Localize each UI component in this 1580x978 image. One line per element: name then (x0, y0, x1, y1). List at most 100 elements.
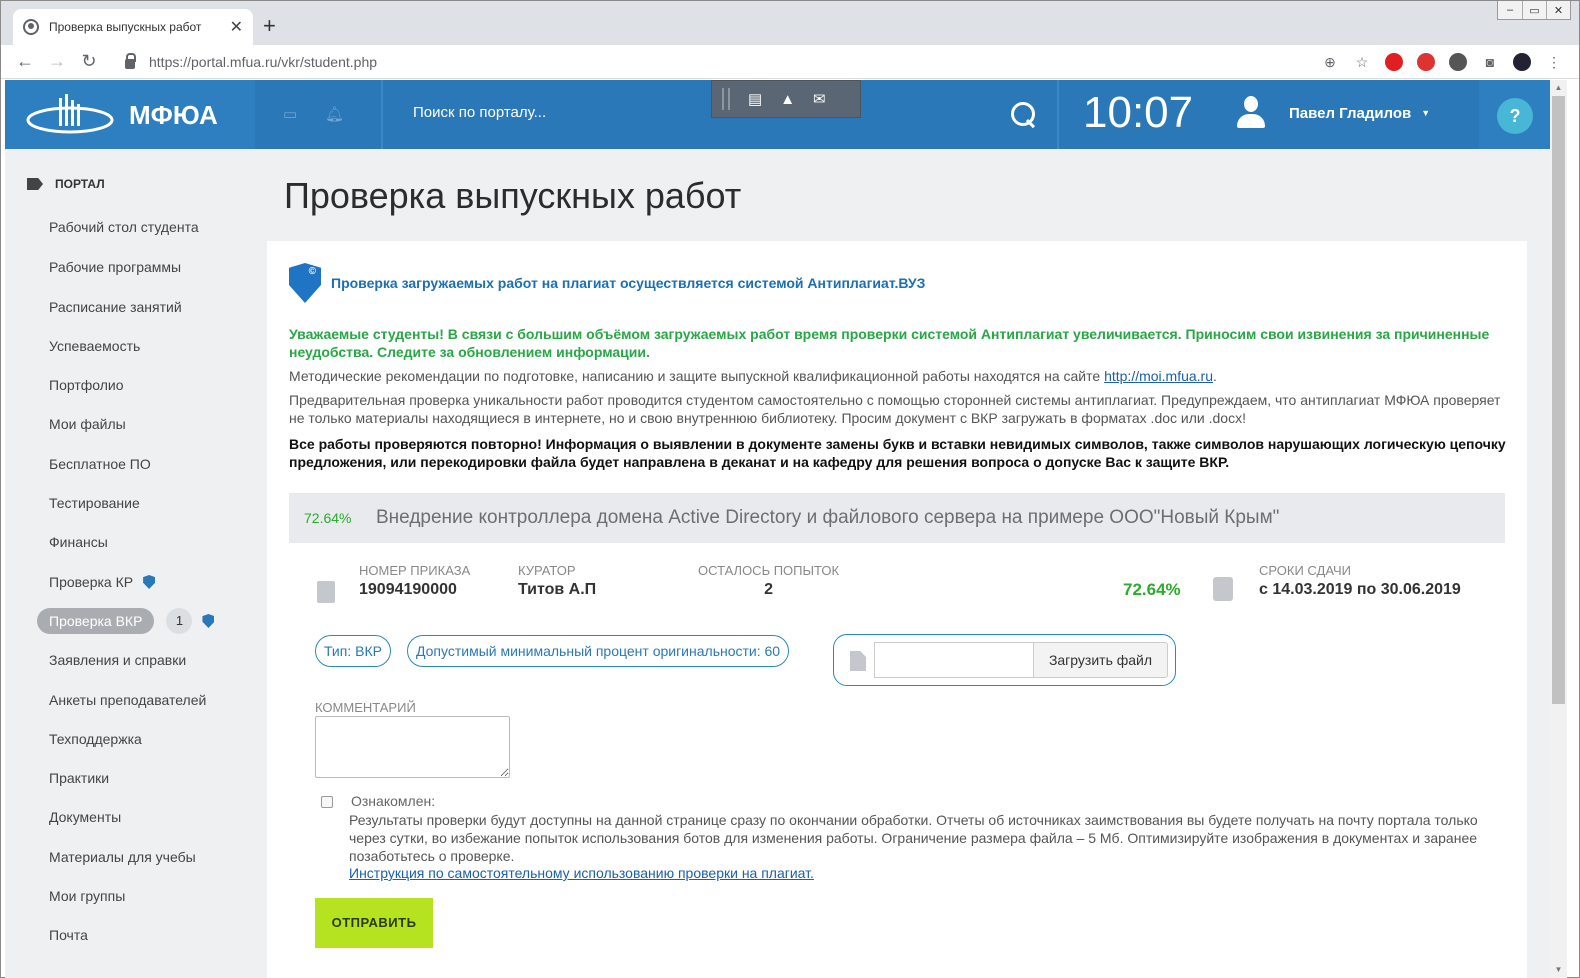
address-bar[interactable]: https://portal.mfua.ru/vkr/student.php (111, 48, 1347, 76)
chat-icon[interactable]: ▭ (283, 105, 297, 123)
sidebar-item-surveys[interactable]: Анкеты преподавателей (49, 692, 206, 708)
clock: 10:07 (1083, 88, 1194, 137)
instruction-link[interactable]: Инструкция по самостоятельному использов… (349, 865, 814, 881)
submit-button[interactable]: ОТПРАВИТЬ (315, 898, 433, 948)
sidebar-item-grades[interactable]: Успеваемость (49, 338, 140, 354)
comment-textarea[interactable] (315, 716, 510, 778)
star-icon[interactable]: ☆ (1353, 54, 1371, 71)
antiplagiat-shield-icon (289, 263, 321, 303)
upload-file-button[interactable]: Загрузить файл (1033, 642, 1168, 678)
work-title: Внедрение контроллера домена Active Dire… (376, 507, 1280, 528)
page-title: Проверка выпускных работ (284, 175, 742, 216)
attempts-info: ОСТАЛОСЬ ПОПЫТОК 2 (698, 563, 839, 599)
globe-icon (23, 19, 39, 35)
work-header[interactable]: 72.64% Внедрение контроллера домена Acti… (289, 493, 1505, 543)
order-label: НОМЕР ПРИКАЗА (359, 563, 471, 578)
moi-link[interactable]: http://moi.mfua.ru (1104, 368, 1213, 384)
sidebar-item-groups[interactable]: Мои группы (49, 888, 125, 904)
type-chip: Тип: ВКР (315, 635, 391, 667)
sidebar-item-check-vkr[interactable]: Проверка ВКР 1 (37, 608, 215, 634)
mail-icon[interactable]: ✉ (813, 90, 826, 108)
messages-icon[interactable]: ▤ (748, 90, 762, 108)
back-arrow-icon[interactable]: ← (9, 51, 41, 72)
sidebar-item-programs[interactable]: Рабочие программы (49, 259, 181, 275)
originality-percent: 72.64% (1123, 580, 1181, 599)
notifications-icon[interactable]: ▲ (780, 91, 795, 108)
sidebar-item-software[interactable]: Бесплатное ПО (49, 456, 151, 472)
comment-label: КОММЕНТАРИЙ (315, 700, 416, 715)
site-logo[interactable]: МФЮА (5, 80, 255, 149)
minimize-button[interactable]: – (1498, 1, 1522, 19)
extension-icon[interactable] (1449, 53, 1467, 71)
agree-label: Ознакомлен: (351, 793, 436, 809)
precheck-text: Предварительная проверка уникальности ра… (289, 392, 1501, 426)
scrollbar-thumb[interactable] (1552, 96, 1565, 704)
maximize-button[interactable]: ▭ (1522, 1, 1546, 19)
bell-icon[interactable]: 🔔︎ (325, 105, 344, 123)
sidebar: ПОРТАЛ Рабочий стол студента Рабочие про… (5, 149, 267, 978)
caret-down-icon: ▼ (1421, 108, 1431, 118)
file-icon (850, 651, 866, 671)
scroll-down-icon[interactable]: ▼ (1550, 962, 1567, 978)
scrollbar[interactable]: ▲ ▼ (1550, 80, 1567, 978)
url-text: https://portal.mfua.ru/vkr/student.php (149, 54, 378, 70)
curator-info: КУРАТОР Титов А.П (518, 563, 596, 599)
portal-search-input[interactable]: Поиск по порталу... (413, 104, 546, 121)
sidebar-item-check-kr[interactable]: Проверка КР (49, 574, 156, 590)
sidebar-item-desktop[interactable]: Рабочий стол студента (49, 219, 199, 235)
zoom-icon[interactable]: ⊕ (1321, 54, 1339, 71)
tab-close-icon[interactable]: ✕ (230, 17, 243, 37)
abp-extension-icon[interactable] (1417, 53, 1435, 71)
browser-tab[interactable]: Проверка выпускных работ ✕ (13, 9, 253, 45)
sidebar-item-files[interactable]: Мои файлы (49, 416, 126, 432)
min-originality-chip: Допустимый минимальный процент оригиналь… (407, 635, 790, 667)
profile-avatar-icon[interactable] (1513, 53, 1531, 71)
deadline-label: СРОКИ СДАЧИ (1259, 563, 1351, 578)
brand-name: МФЮА (129, 100, 218, 130)
count-badge: 1 (166, 608, 193, 634)
menu-dots-icon[interactable]: ⋮ (1545, 54, 1563, 71)
sidebar-item-portfolio[interactable]: Портфолио (49, 377, 124, 393)
warning-text: Уважаемые студенты! В связи с большим об… (289, 326, 1490, 360)
close-window-button[interactable]: ✕ (1546, 1, 1570, 19)
new-tab-button[interactable]: + (263, 13, 276, 39)
sidebar-item-testing[interactable]: Тестирование (49, 495, 140, 511)
sidebar-item-practice[interactable]: Практики (49, 770, 109, 786)
sidebar-item-requests[interactable]: Заявления и справки (49, 652, 186, 668)
camera-icon[interactable]: ◙ (1481, 54, 1499, 70)
sidebar-item-documents[interactable]: Документы (49, 809, 121, 825)
toolbar-icons: ⊕ ☆ ◙ ⋮ (1321, 53, 1563, 71)
sidebar-item-support[interactable]: Техподдержка (49, 731, 142, 747)
sidebar-item-mail[interactable]: Почта (49, 927, 88, 943)
forward-arrow-icon[interactable]: → (41, 51, 73, 72)
reload-icon[interactable]: ↻ (73, 51, 105, 72)
browser-window: Проверка выпускных работ ✕ + – ▭ ✕ ← → ↻… (0, 0, 1580, 978)
attempts-label: ОСТАЛОСЬ ПОПЫТОК (698, 563, 840, 578)
attempts-value: 2 (764, 581, 773, 598)
tab-strip: Проверка выпускных работ ✕ + – ▭ ✕ (1, 1, 1579, 45)
divider (1057, 80, 1059, 149)
calendar-icon (1213, 577, 1233, 601)
mfua-logo-icon (26, 94, 114, 134)
browser-toolbar: ← → ↻ https://portal.mfua.ru/vkr/student… (1, 45, 1579, 79)
sidebar-section-title: ПОРТАЛ (55, 177, 105, 191)
recheck-text: Все работы проверяются повторно! Информа… (289, 436, 1506, 470)
shield-icon (143, 575, 156, 589)
drag-handle-icon[interactable] (722, 88, 730, 110)
lock-icon (125, 53, 136, 69)
agree-checkbox[interactable] (321, 796, 333, 808)
order-value: 19094190000 (359, 581, 457, 598)
file-name-field[interactable] (874, 642, 1034, 678)
help-button[interactable]: ? (1497, 98, 1533, 134)
user-menu[interactable]: Павел Гладилов ▼ (1237, 96, 1430, 130)
deadline-value: с 14.03.2019 по 30.06.2019 (1259, 581, 1461, 598)
sidebar-item-finance[interactable]: Финансы (49, 534, 108, 550)
search-icon[interactable] (1009, 100, 1039, 130)
quick-actions-bar: ▤ ▲ ✉ (711, 80, 861, 118)
sidebar-item-materials[interactable]: Материалы для учебы (49, 849, 196, 865)
user-icon (1237, 96, 1265, 130)
sidebar-item-schedule[interactable]: Расписание занятий (49, 299, 182, 315)
scroll-up-icon[interactable]: ▲ (1550, 80, 1567, 96)
antiplagiat-text: Проверка загружаемых работ на плагиат ос… (331, 275, 926, 291)
adblock-extension-icon[interactable] (1385, 53, 1403, 71)
